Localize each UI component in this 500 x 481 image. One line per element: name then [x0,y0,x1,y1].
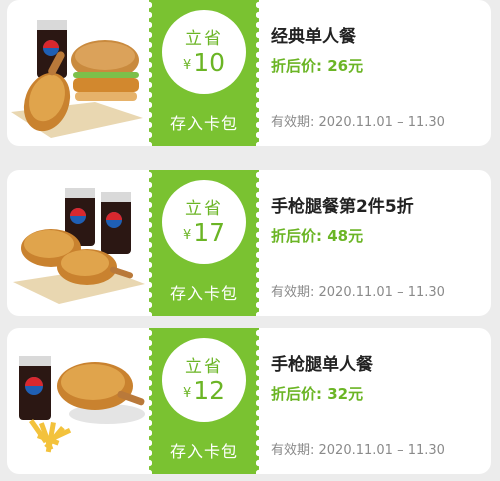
discounted-price: 折后价: 32元 [271,385,364,403]
validity-period: 有效期: 2020.11.01 – 11.30 [271,443,445,458]
meal-image [7,170,149,316]
coupon-card[interactable]: 立省 ¥10 存入卡包 经典单人餐 折后价: 26元 有效期: 2020.11.… [7,0,491,146]
discount-value: 10 [193,48,226,77]
coupon-title: 经典单人餐 [271,27,356,47]
meal-image [7,0,149,146]
discount-amount: ¥12 [162,376,246,405]
save-to-wallet-button[interactable]: 存入卡包 [149,280,259,304]
coupon-card[interactable]: 立省 ¥12 存入卡包 手枪腿单人餐 折后价: 32元 有效期: 2020.11… [7,328,491,474]
coupon-info: 手枪腿餐第2件5折 折后价: 48元 有效期: 2020.11.01 – 11.… [271,170,491,316]
currency-symbol: ¥ [182,58,192,73]
save-to-wallet-button[interactable]: 存入卡包 [149,110,259,134]
discount-value: 12 [193,376,226,405]
discount-value: 17 [193,218,226,247]
discounted-price: 折后价: 48元 [271,227,364,245]
validity-period: 有效期: 2020.11.01 – 11.30 [271,285,445,300]
coupon-title: 手枪腿单人餐 [271,355,373,375]
currency-symbol: ¥ [182,228,192,243]
cola-cup-icon [19,356,51,420]
coupon-info: 手枪腿单人餐 折后价: 32元 有效期: 2020.11.01 – 11.30 [271,328,491,474]
discount-stub: 立省 ¥10 存入卡包 [146,0,262,146]
currency-symbol: ¥ [182,386,192,401]
fries-icon [29,419,72,453]
cola-cup-icon [101,192,131,254]
chicken-burger-icon [71,40,139,101]
save-label: 立省 [185,29,223,49]
validity-period: 有效期: 2020.11.01 – 11.30 [271,115,445,130]
discount-amount: ¥17 [162,218,246,247]
discount-amount: ¥10 [162,48,246,77]
coupon-title: 手枪腿餐第2件5折 [271,197,414,217]
save-to-wallet-button[interactable]: 存入卡包 [149,438,259,462]
save-label: 立省 [185,357,223,377]
meal-image [7,328,149,474]
coupon-info: 经典单人餐 折后价: 26元 有效期: 2020.11.01 – 11.30 [271,0,491,146]
save-label: 立省 [185,199,223,219]
discount-badge: 立省 ¥10 [162,10,246,94]
discounted-price: 折后价: 26元 [271,57,364,75]
discount-stub: 立省 ¥17 存入卡包 [146,170,262,316]
discount-badge: 立省 ¥17 [162,180,246,264]
coupon-card[interactable]: 立省 ¥17 存入卡包 手枪腿餐第2件5折 折后价: 48元 有效期: 2020… [7,170,491,316]
discount-badge: 立省 ¥12 [162,338,246,422]
discount-stub: 立省 ¥12 存入卡包 [146,328,262,474]
